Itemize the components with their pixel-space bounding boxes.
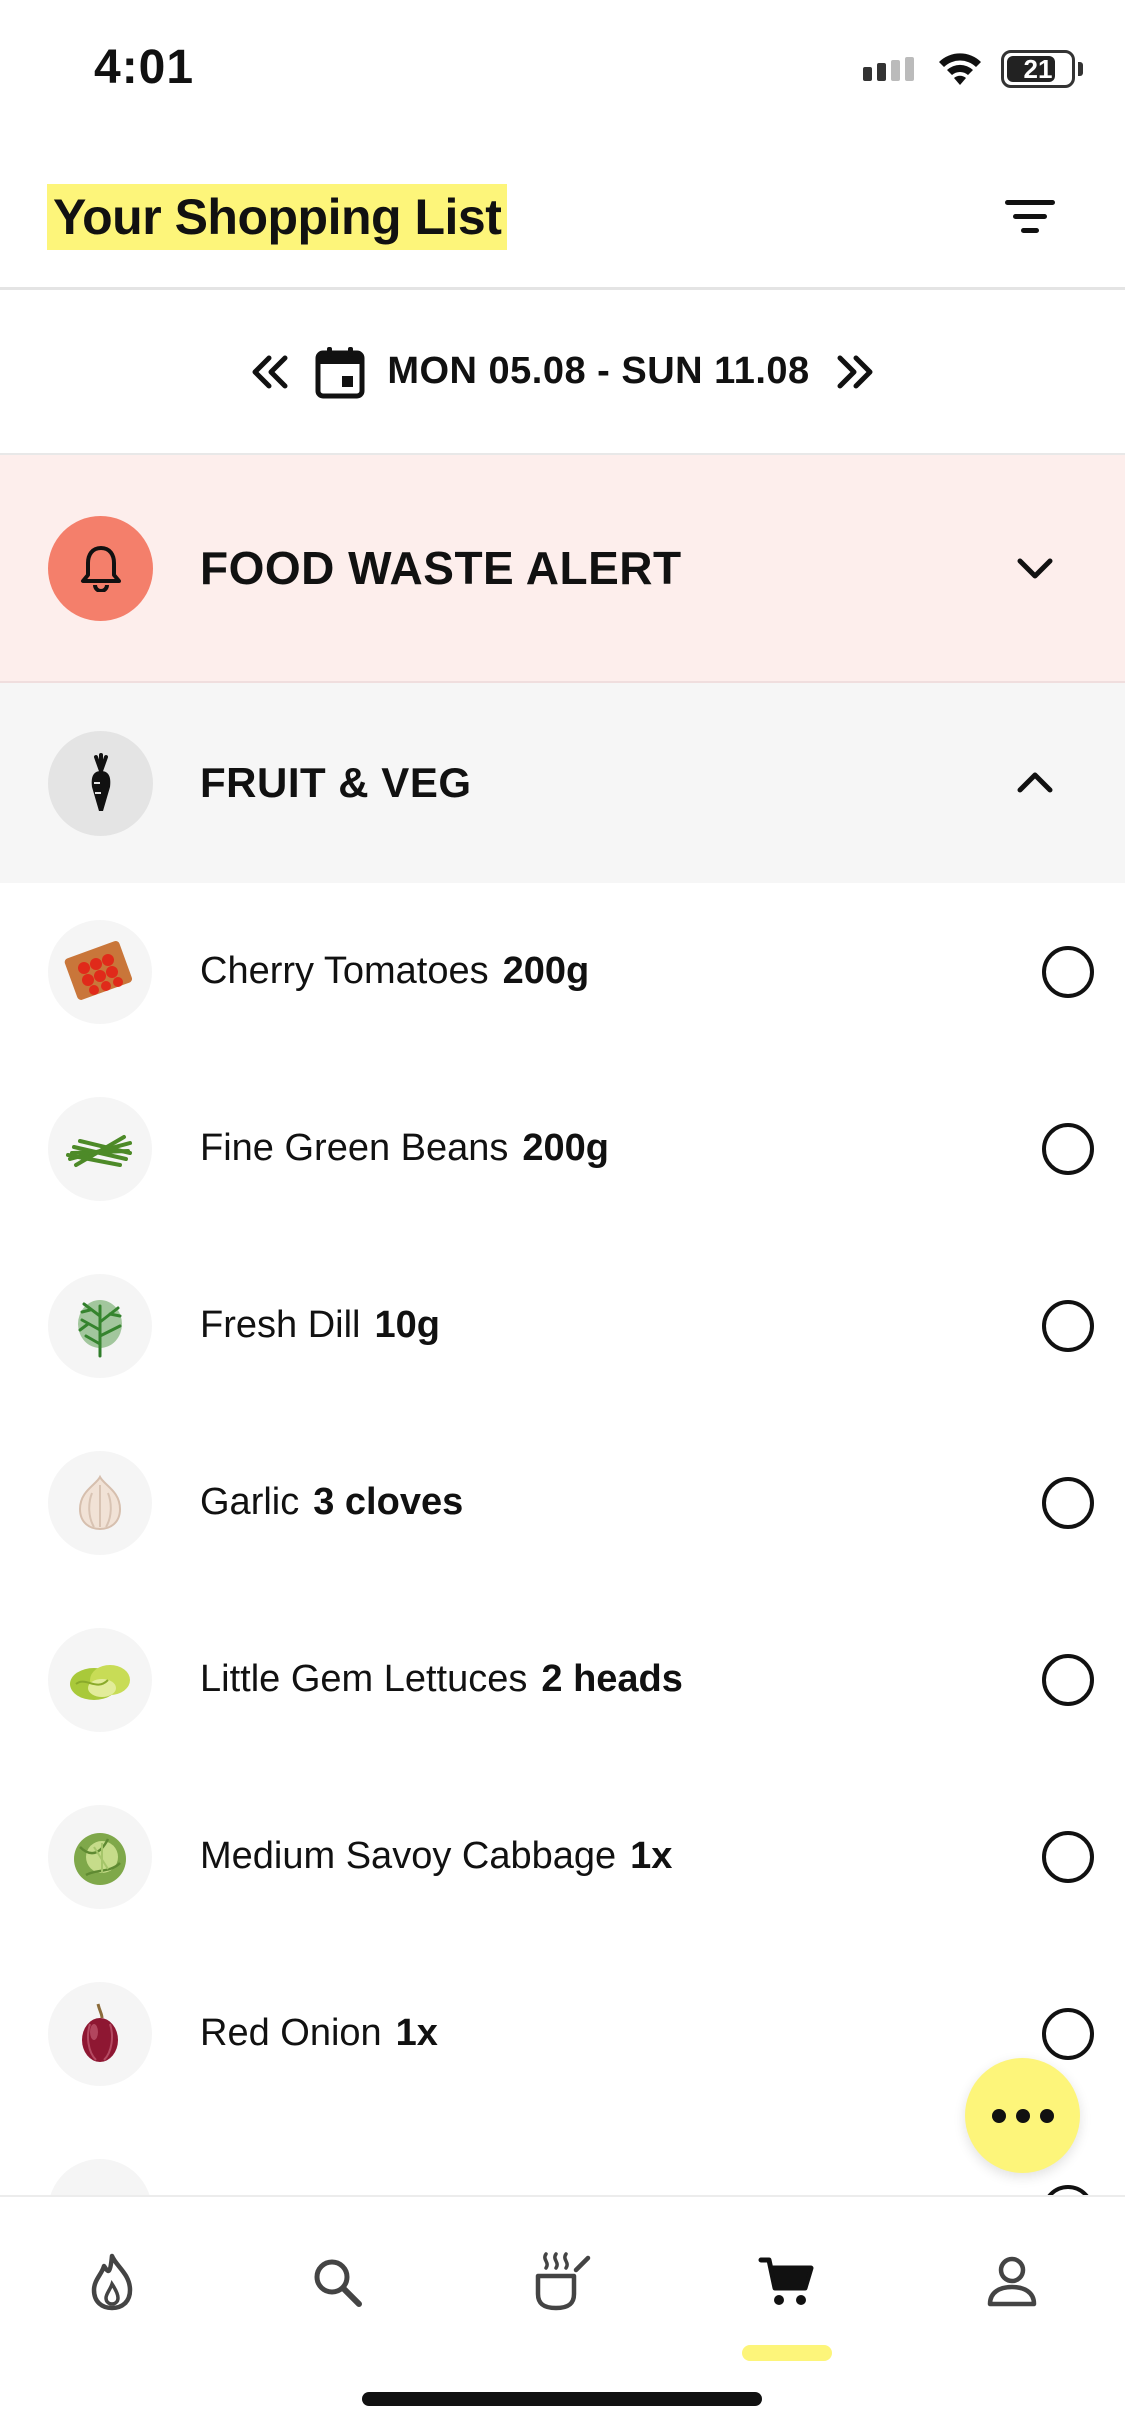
item-name: Garlic	[200, 1481, 300, 1523]
calendar-icon	[315, 346, 365, 398]
item-quantity: 200g	[522, 1127, 610, 1169]
pot-icon	[535, 2252, 591, 2311]
item-text: Little Gem Lettuces 2 heads	[200, 1658, 683, 1701]
bell-icon	[80, 546, 121, 592]
header: Your Shopping List	[0, 140, 1125, 290]
home-indicator	[362, 2392, 762, 2406]
item-name: Medium Savoy Cabbage	[200, 1835, 617, 1877]
list-item[interactable]: Cherry Tomatoes 200g	[0, 883, 1125, 1060]
lettuce-icon	[48, 1627, 152, 1732]
cherry-tomatoes-icon	[48, 919, 152, 1024]
list-item[interactable]: Fine Green Beans 200g	[0, 1060, 1125, 1237]
item-checkbox[interactable]	[1042, 2184, 1094, 2195]
filter-button[interactable]	[1001, 192, 1061, 242]
alert-icon-circle	[48, 515, 153, 621]
active-tab-indicator	[742, 2345, 832, 2361]
item-checkbox[interactable]	[1042, 1122, 1094, 1175]
list-item[interactable]: Fresh Dill 10g	[0, 1237, 1125, 1414]
double-chevron-left-icon	[252, 355, 288, 388]
battery-level: 21	[1023, 53, 1053, 84]
week-navigator: MON 05.08 - SUN 11.08	[0, 290, 1125, 455]
status-bar: 4:01 21	[0, 0, 1125, 140]
tab-search[interactable]	[292, 2237, 382, 2327]
more-dots-icon	[991, 2108, 1006, 2123]
list-item[interactable]: Little Gem Lettuces 2 heads	[0, 1591, 1125, 1768]
previous-week-button[interactable]	[245, 348, 293, 396]
profile-icon	[987, 2256, 1037, 2307]
chevron-down-icon[interactable]	[1010, 543, 1060, 593]
wifi-icon	[939, 53, 981, 85]
item-checkbox[interactable]	[1042, 945, 1094, 998]
garlic-icon	[48, 1450, 152, 1555]
double-chevron-right-icon	[837, 355, 873, 388]
food-waste-alert[interactable]: FOOD WASTE ALERT	[0, 455, 1125, 683]
item-name: Red Onion	[200, 2012, 382, 2054]
category-icon-circle	[48, 730, 153, 836]
cart-icon	[758, 2257, 814, 2305]
tab-cook[interactable]	[517, 2237, 607, 2327]
item-text: Fresh Dill 10g	[200, 1304, 440, 1347]
item-quantity: 1x	[395, 2012, 438, 2054]
item-quantity: 2 heads	[541, 1658, 683, 1700]
item-checkbox[interactable]	[1042, 1830, 1094, 1883]
green-beans-icon	[48, 1096, 152, 1201]
flame-icon	[91, 2253, 133, 2311]
chevron-up-icon[interactable]	[1010, 758, 1060, 808]
item-checkbox[interactable]	[1042, 1299, 1094, 1352]
category-title: FRUIT & VEG	[200, 759, 472, 806]
category-fruit-veg[interactable]: FRUIT & VEG	[0, 683, 1125, 883]
item-checkbox[interactable]	[1042, 1476, 1094, 1529]
item-name: Little Gem Lettuces	[200, 1658, 528, 1700]
dill-icon	[48, 1273, 152, 1378]
filter-icon	[1005, 200, 1055, 233]
item-name: Cherry Tomatoes	[200, 950, 489, 992]
page-title: Your Shopping List	[47, 184, 508, 250]
alert-title: FOOD WASTE ALERT	[200, 542, 682, 594]
tab-shopping-list[interactable]	[742, 2237, 832, 2327]
shopping-items-list: Cherry Tomatoes 200g Fine Green Beans 20…	[0, 883, 1125, 2195]
week-range-label: MON 05.08 - SUN 11.08	[387, 350, 810, 392]
list-item[interactable]: Garlic 3 cloves	[0, 1414, 1125, 1591]
list-item[interactable]: Red Onion 1x	[0, 1945, 1125, 2122]
list-item[interactable]: Medium Savoy Cabbage 1x	[0, 1768, 1125, 1945]
item-quantity: 10g	[374, 1304, 440, 1346]
item-checkbox[interactable]	[1042, 2007, 1094, 2060]
battery-icon: 21	[1001, 50, 1075, 88]
item-name: Fine Green Beans	[200, 1127, 509, 1169]
carrot-icon	[91, 753, 110, 811]
tab-discover[interactable]	[67, 2237, 157, 2327]
cellular-signal-icon	[863, 57, 914, 81]
status-icons: 21	[863, 50, 1083, 88]
item-text: Red Onion 1x	[200, 2012, 438, 2055]
tab-profile[interactable]	[967, 2237, 1057, 2327]
item-quantity: 3 cloves	[313, 1481, 464, 1523]
search-icon	[314, 2259, 362, 2307]
red-onion-icon	[48, 1981, 152, 2086]
next-week-button[interactable]	[832, 348, 880, 396]
item-name: Fresh Dill	[200, 1304, 361, 1346]
item-checkbox[interactable]	[1042, 1653, 1094, 1706]
item-text: Medium Savoy Cabbage 1x	[200, 1835, 672, 1878]
lemon-icon	[48, 2158, 152, 2195]
more-options-button[interactable]	[965, 2058, 1080, 2173]
item-quantity: 200g	[502, 950, 590, 992]
item-text: Cherry Tomatoes 200g	[200, 950, 589, 993]
item-quantity: 1x	[630, 1835, 673, 1877]
item-text: Garlic 3 cloves	[200, 1481, 463, 1524]
item-text: Fine Green Beans 200g	[200, 1127, 609, 1170]
status-time: 4:01	[94, 41, 195, 94]
cabbage-icon	[48, 1804, 152, 1909]
list-item[interactable]	[0, 2122, 1125, 2195]
